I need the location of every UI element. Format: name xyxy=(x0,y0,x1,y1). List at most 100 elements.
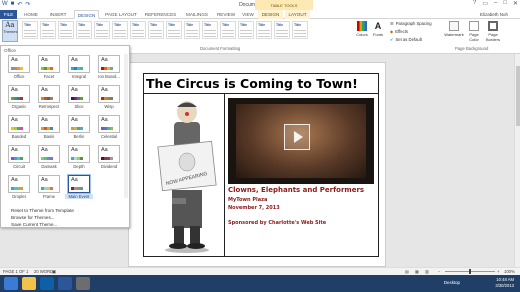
style-set-thumb[interactable]: Title xyxy=(184,21,200,39)
clown-figurine-image[interactable]: NOW APPEARING xyxy=(156,98,218,254)
style-set-thumb[interactable]: Title xyxy=(112,21,128,39)
document-heading[interactable]: The Circus is Coming to Town! xyxy=(144,74,378,94)
vertical-scrollbar[interactable] xyxy=(514,54,520,267)
user-name[interactable]: Elizabeth Noh xyxy=(480,12,508,17)
zoom-slider[interactable] xyxy=(445,269,495,274)
style-set-thumb[interactable]: Title xyxy=(166,21,182,39)
word-taskbar-icon[interactable] xyxy=(58,277,72,290)
tab-table-design[interactable]: DESIGN xyxy=(258,10,283,19)
theme-option[interactable]: Aa Facet xyxy=(35,55,63,80)
help-icon[interactable]: ? xyxy=(473,0,476,7)
print-layout-icon[interactable]: ▦ xyxy=(415,269,419,274)
internet-explorer-icon[interactable] xyxy=(4,277,18,290)
themes-button[interactable]: Aa Themes xyxy=(2,20,18,42)
themes-gallery-scrollbar[interactable] xyxy=(124,54,128,198)
theme-preview: Aa xyxy=(38,175,60,193)
effects-button[interactable]: ◆ Effects xyxy=(390,29,408,34)
theme-option[interactable]: Aa Ion Board... xyxy=(95,55,123,80)
reset-theme-menu-item[interactable]: Reset to Theme from Template xyxy=(11,208,74,213)
style-set-thumb[interactable]: Title xyxy=(40,21,56,39)
theme-option[interactable]: Aa Berlin xyxy=(65,115,93,140)
proofing-icon[interactable]: ▣ xyxy=(52,269,56,274)
style-set-thumb[interactable]: Title xyxy=(202,21,218,39)
colors-button[interactable]: Colors xyxy=(356,21,368,37)
outlook-icon[interactable] xyxy=(40,277,54,290)
document-table[interactable]: The Circus is Coming to Town! NOW APPEAR… xyxy=(143,73,379,257)
tab-home[interactable]: HOME xyxy=(20,10,42,19)
style-set-thumb[interactable]: Title xyxy=(256,21,272,39)
tab-design[interactable]: DESIGN xyxy=(74,10,99,19)
style-set-thumb[interactable]: Title xyxy=(76,21,92,39)
fonts-button[interactable]: A Fonts xyxy=(372,21,384,37)
maximize-icon[interactable]: □ xyxy=(503,0,507,7)
online-video-frame[interactable] xyxy=(228,98,374,184)
style-set-thumb[interactable]: Title xyxy=(22,21,38,39)
page-count[interactable]: PAGE 1 OF 1 xyxy=(3,269,28,274)
paragraph-spacing-button[interactable]: ☰ Paragraph Spacing xyxy=(390,21,432,26)
zoom-out-icon[interactable]: − xyxy=(438,269,440,274)
style-set-thumb[interactable]: Title xyxy=(94,21,110,39)
theme-color-swatches xyxy=(11,97,23,100)
style-set-thumb[interactable]: Title xyxy=(292,21,308,39)
play-icon[interactable] xyxy=(284,124,310,150)
desktop-toolbar[interactable]: Desktop xyxy=(444,280,460,285)
theme-option[interactable]: Aa Wisp xyxy=(95,85,123,110)
tab-insert[interactable]: INSERT xyxy=(46,10,70,19)
theme-option[interactable]: Aa Frame xyxy=(35,175,63,200)
close-icon[interactable]: ✕ xyxy=(513,0,518,7)
snipping-tool-icon[interactable] xyxy=(76,277,90,290)
colors-label: Colors xyxy=(356,32,368,37)
style-set-thumb[interactable]: Title xyxy=(238,21,254,39)
document-page[interactable]: The Circus is Coming to Town! NOW APPEAR… xyxy=(128,62,386,267)
tab-file[interactable]: FILE xyxy=(0,10,17,19)
theme-option[interactable]: Aa Banded xyxy=(5,115,33,140)
zoom-in-icon[interactable]: + xyxy=(497,269,499,274)
style-set-thumb[interactable]: Title xyxy=(220,21,236,39)
theme-option[interactable]: Aa Basis xyxy=(35,115,63,140)
file-explorer-icon[interactable] xyxy=(22,277,36,290)
zoom-level[interactable]: 100% xyxy=(504,269,515,274)
theme-option[interactable]: Aa Slice xyxy=(65,85,93,110)
ribbon-display-icon[interactable]: ▭ xyxy=(482,0,488,7)
minimize-icon[interactable]: – xyxy=(494,0,497,7)
theme-option[interactable]: Aa Integral xyxy=(65,55,93,80)
theme-preview: Aa xyxy=(98,115,120,133)
read-mode-icon[interactable]: ▤ xyxy=(405,269,409,274)
save-theme-menu-item[interactable]: Save Current Theme... xyxy=(11,222,57,227)
set-as-default-button[interactable]: ✔ Set as Default xyxy=(390,37,422,42)
theme-option[interactable]: Aa Main Event xyxy=(65,175,93,200)
tab-view[interactable]: VIEW xyxy=(240,10,256,19)
browse-themes-menu-item[interactable]: Browse for Themes... xyxy=(11,215,55,220)
watermark-button[interactable]: Watermark xyxy=(444,21,464,37)
tab-page-layout[interactable]: PAGE LAYOUT xyxy=(103,10,139,19)
style-set-thumb[interactable]: Title xyxy=(148,21,164,39)
theme-option[interactable]: Aa Droplet xyxy=(5,175,33,200)
theme-option[interactable]: Aa Damask xyxy=(35,145,63,170)
doc-line-performers[interactable]: Clowns, Elephants and Performers xyxy=(228,186,364,194)
theme-aa-glyph: Aa xyxy=(41,177,48,183)
theme-option[interactable]: Aa Office xyxy=(5,55,33,80)
doc-line-date[interactable]: November 7, 2013 xyxy=(228,205,280,211)
tab-review[interactable]: REVIEW xyxy=(214,10,238,19)
theme-option[interactable]: Aa Retrospect xyxy=(35,85,63,110)
tab-mailings[interactable]: MAILINGS xyxy=(182,10,212,19)
theme-option[interactable]: Aa Depth xyxy=(65,145,93,170)
web-layout-icon[interactable]: ▥ xyxy=(425,269,429,274)
scrollbar-thumb[interactable] xyxy=(516,66,520,126)
system-clock[interactable]: 10:48 AM 3/30/2013 xyxy=(495,277,514,289)
theme-color-swatches xyxy=(11,67,23,70)
tab-references[interactable]: REFERENCES xyxy=(142,10,179,19)
style-set-thumb[interactable]: Title xyxy=(58,21,74,39)
page-borders-button[interactable]: Page Borders xyxy=(484,21,502,42)
theme-option[interactable]: Aa Dividend xyxy=(95,145,123,170)
page-color-button[interactable]: Page Color xyxy=(466,21,482,42)
style-set-thumb[interactable]: Title xyxy=(274,21,290,39)
style-set-thumb[interactable]: Title xyxy=(130,21,146,39)
doc-line-location[interactable]: MyTown Plaza xyxy=(228,197,267,203)
tab-table-layout[interactable]: LAYOUT xyxy=(285,10,310,19)
theme-option[interactable]: Aa Celestial xyxy=(95,115,123,140)
theme-option[interactable]: Aa Circuit xyxy=(5,145,33,170)
doc-line-sponsor[interactable]: Sponsored by Charlotte's Web Site xyxy=(228,220,326,226)
theme-option[interactable]: Aa Organic xyxy=(5,85,33,110)
zoom-slider-knob[interactable] xyxy=(469,269,471,274)
